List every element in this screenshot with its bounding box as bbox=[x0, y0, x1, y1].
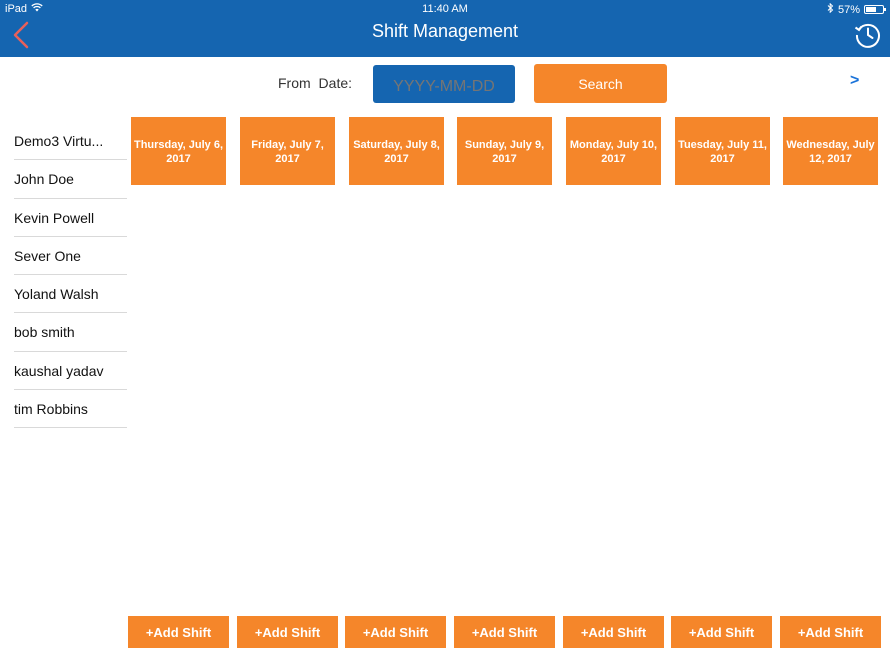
employee-row[interactable]: bob smith bbox=[14, 313, 127, 352]
day-header: Thursday, July 6, 2017 bbox=[131, 117, 226, 185]
add-shift-button[interactable]: +Add Shift bbox=[237, 616, 338, 648]
employee-row[interactable]: kaushal yadav bbox=[14, 352, 127, 391]
status-bar: iPad 11:40 AM 57% bbox=[0, 0, 890, 18]
add-shift-button[interactable]: +Add Shift bbox=[780, 616, 881, 648]
nav-bar: Shift Management bbox=[0, 18, 890, 57]
employee-row[interactable]: tim Robbins bbox=[14, 390, 127, 429]
search-row: From Date: Search > bbox=[0, 57, 890, 115]
history-button[interactable] bbox=[854, 21, 882, 49]
battery-icon bbox=[864, 5, 886, 14]
add-shift-button[interactable]: +Add Shift bbox=[128, 616, 229, 648]
add-shift-button[interactable]: +Add Shift bbox=[454, 616, 555, 648]
day-header: Monday, July 10, 2017 bbox=[566, 117, 661, 185]
employee-row[interactable]: John Doe bbox=[14, 160, 127, 199]
day-header: Wednesday, July 12, 2017 bbox=[783, 117, 878, 185]
search-button[interactable]: Search bbox=[534, 64, 667, 103]
employee-row[interactable]: Yoland Walsh bbox=[14, 275, 127, 314]
add-shift-button[interactable]: +Add Shift bbox=[345, 616, 446, 648]
from-date-input[interactable] bbox=[373, 65, 515, 103]
employee-list: Demo3 Virtu... John Doe Kevin Powell Sev… bbox=[14, 122, 127, 429]
day-header: Sunday, July 9, 2017 bbox=[457, 117, 552, 185]
status-time: 11:40 AM bbox=[422, 3, 468, 15]
day-header: Tuesday, July 11, 2017 bbox=[675, 117, 770, 185]
page-title: Shift Management bbox=[371, 21, 519, 41]
status-right: 57% bbox=[827, 2, 886, 16]
bluetooth-icon bbox=[827, 2, 834, 16]
add-shift-button[interactable]: +Add Shift bbox=[671, 616, 772, 648]
day-header: Saturday, July 8, 2017 bbox=[349, 117, 444, 185]
employee-row[interactable]: Kevin Powell bbox=[14, 199, 127, 237]
employee-row[interactable]: Sever One bbox=[14, 237, 127, 276]
add-shift-button[interactable]: +Add Shift bbox=[563, 616, 664, 648]
clock-history-icon bbox=[854, 23, 880, 48]
next-week-link[interactable]: > bbox=[850, 72, 859, 90]
battery-percent: 57% bbox=[837, 3, 860, 16]
employee-row[interactable]: Demo3 Virtu... bbox=[14, 122, 127, 161]
day-header: Friday, July 7, 2017 bbox=[240, 117, 335, 185]
from-date-label: From Date: bbox=[278, 75, 353, 91]
